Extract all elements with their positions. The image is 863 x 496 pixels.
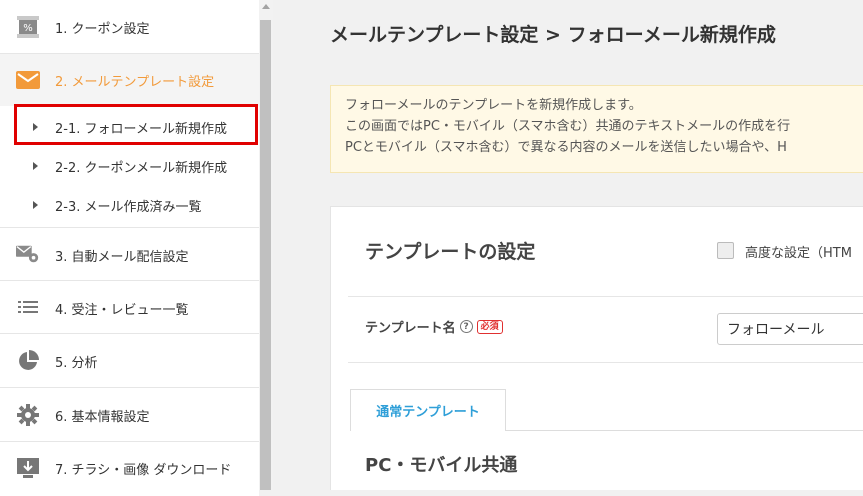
main-content: メールテンプレート設定 > フォローメール新規作成 フォローメールのテンプレート… — [273, 0, 863, 490]
template-name-label: テンプレート名 ? 必須 — [365, 317, 503, 336]
sidebar-subitem-label: 2-3. メール作成済み一覧 — [55, 199, 202, 215]
notice-line: この画面ではPC・モバイル（スマホ含む）共通のテキストメールの作成を行 — [345, 119, 791, 134]
divider — [348, 296, 863, 297]
tab-normal-template[interactable]: 通常テンプレート — [350, 389, 506, 431]
svg-text:%: % — [23, 23, 33, 34]
sidebar-subitem-coupon-mail[interactable]: 2-2. クーポンメール新規作成 — [0, 149, 259, 183]
template-name-input[interactable] — [717, 313, 863, 345]
gear-icon — [16, 403, 40, 427]
section-title: PC・モバイル共通 — [365, 455, 518, 476]
template-settings-card: テンプレートの設定 高度な設定（HTM テンプレート名 ? 必須 通常テンプレー… — [330, 206, 863, 490]
divider — [348, 362, 863, 363]
sidebar-item-label: 3. 自動メール配信設定 — [55, 250, 189, 265]
pie-chart-icon — [16, 349, 40, 373]
scroll-up-icon[interactable] — [262, 4, 270, 9]
sidebar-scrollbar[interactable] — [259, 0, 273, 490]
sidebar-item-label: 2. メールテンプレート設定 — [55, 75, 215, 90]
sidebar-subitem-label: 2-2. クーポンメール新規作成 — [55, 160, 228, 176]
coupon-icon: % — [16, 15, 40, 39]
card-title: テンプレートの設定 — [365, 241, 536, 263]
sidebar-item-coupon[interactable]: % 1. クーポン設定 — [0, 0, 259, 54]
sidebar-item-auto-mail[interactable]: 3. 自動メール配信設定 — [0, 227, 259, 281]
sidebar-item-mail-template[interactable]: 2. メールテンプレート設定 — [0, 54, 259, 106]
sidebar-item-label: 1. クーポン設定 — [55, 22, 150, 37]
sidebar-item-label: 4. 受注・レビュー一覧 — [55, 303, 189, 318]
caret-right-icon — [33, 162, 38, 170]
sidebar-item-analytics[interactable]: 5. 分析 — [0, 334, 259, 388]
sidebar-item-label: 7. チラシ・画像 ダウンロード — [55, 463, 232, 478]
sidebar-subitem-mail-list[interactable]: 2-3. メール作成済み一覧 — [0, 188, 259, 222]
page-title: メールテンプレート設定 > フォローメール新規作成 — [330, 24, 776, 46]
download-icon — [16, 456, 40, 480]
notice-line: フォローメールのテンプレートを新規作成します。 — [345, 98, 642, 113]
mail-gear-icon — [16, 242, 40, 266]
mail-icon — [16, 68, 40, 92]
list-icon — [16, 295, 40, 319]
sidebar-item-download[interactable]: 7. チラシ・画像 ダウンロード — [0, 442, 259, 496]
help-icon[interactable]: ? — [459, 320, 473, 333]
sidebar-item-basic-settings[interactable]: 6. 基本情報設定 — [0, 388, 259, 442]
field-label-text: テンプレート名 — [365, 321, 456, 336]
advanced-settings-label[interactable]: 高度な設定（HTM — [745, 242, 852, 261]
notice-line: PCとモバイル（スマホ含む）で異なる内容のメールを送信したい場合や、H — [345, 140, 787, 155]
sidebar-item-label: 5. 分析 — [55, 356, 98, 371]
info-notice: フォローメールのテンプレートを新規作成します。 この画面ではPC・モバイル（スマ… — [330, 85, 863, 173]
advanced-settings-checkbox[interactable] — [717, 242, 734, 259]
sidebar-item-orders[interactable]: 4. 受注・レビュー一覧 — [0, 281, 259, 334]
required-badge: 必須 — [476, 319, 503, 334]
sidebar: % 1. クーポン設定 2. メールテンプレート設定 2-1. フォローメール新… — [0, 0, 259, 496]
scrollbar-thumb[interactable] — [260, 20, 271, 490]
selection-highlight — [14, 104, 258, 145]
sidebar-item-label: 6. 基本情報設定 — [55, 410, 150, 425]
caret-right-icon — [33, 201, 38, 209]
